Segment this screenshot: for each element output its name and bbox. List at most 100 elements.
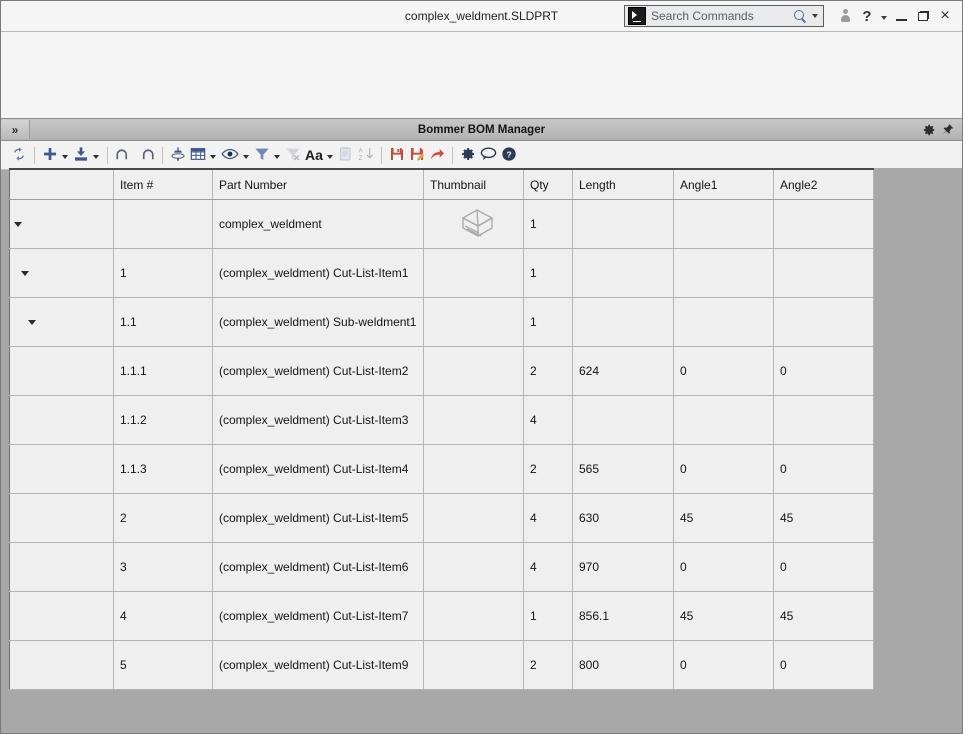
cell-thumbnail[interactable] [424,298,524,347]
cell-angle2[interactable] [774,298,874,347]
row-tree-cell[interactable] [10,249,114,298]
cell-angle2[interactable]: 0 [774,445,874,494]
cell-angle1[interactable]: 0 [674,347,774,396]
cell-angle1[interactable]: 45 [674,494,774,543]
cell-length[interactable] [573,200,674,249]
table-row[interactable]: 1.1.1(complex_weldment) Cut-List-Item226… [10,347,874,396]
cell-qty[interactable]: 4 [524,494,573,543]
cell-part-number[interactable]: (complex_weldment) Cut-List-Item7 [213,592,424,641]
table-row[interactable]: 5(complex_weldment) Cut-List-Item9280000 [10,641,874,690]
table-row[interactable]: complex_weldment1 [10,200,874,249]
cell-item-number[interactable]: 1.1.1 [114,347,213,396]
column-header-tree[interactable] [10,169,114,200]
graphics-area[interactable] [1,32,962,118]
cell-item-number[interactable]: 5 [114,641,213,690]
expand-collapse-triangle-icon[interactable] [21,271,29,276]
account-button[interactable] [834,4,856,28]
cell-angle2[interactable] [774,200,874,249]
import-button[interactable] [71,144,91,166]
cell-qty[interactable]: 1 [524,592,573,641]
cell-angle2[interactable]: 45 [774,494,874,543]
expand-collapse-triangle-icon[interactable] [28,320,36,325]
cell-length[interactable]: 565 [573,445,674,494]
cell-angle1[interactable] [674,396,774,445]
table-row[interactable]: 1.1.2(complex_weldment) Cut-List-Item34 [10,396,874,445]
cell-item-number[interactable] [114,200,213,249]
pin-icon[interactable] [941,123,955,137]
cell-thumbnail[interactable] [424,641,524,690]
cell-angle1[interactable] [674,200,774,249]
restore-button[interactable] [912,4,934,28]
cell-item-number[interactable]: 1 [114,249,213,298]
sort-button[interactable]: A Z [356,144,376,166]
cell-qty[interactable]: 1 [524,298,573,347]
font-dropdown-chevron-icon[interactable] [327,155,333,159]
help-dropdown-button[interactable] [878,4,890,28]
import-dropdown-chevron-icon[interactable] [93,155,99,159]
font-button[interactable]: Aa [303,144,325,166]
cell-length[interactable]: 970 [573,543,674,592]
expand-collapse-triangle-icon[interactable] [14,222,22,227]
table-row[interactable]: 2(complex_weldment) Cut-List-Item5463045… [10,494,874,543]
cell-angle1[interactable]: 0 [674,543,774,592]
column-header-angle1[interactable]: Angle1 [674,169,774,200]
cell-qty[interactable]: 2 [524,641,573,690]
cell-qty[interactable]: 4 [524,543,573,592]
cell-part-number[interactable]: (complex_weldment) Cut-List-Item1 [213,249,424,298]
cell-part-number[interactable]: (complex_weldment) Cut-List-Item4 [213,445,424,494]
cell-item-number[interactable]: 2 [114,494,213,543]
cell-angle2[interactable] [774,396,874,445]
search-commands-box[interactable]: Search Commands [624,5,824,27]
help-circle-button[interactable]: ? [499,144,519,166]
search-dropdown-chevron-icon[interactable] [812,14,818,18]
row-tree-cell[interactable] [10,543,114,592]
close-button[interactable]: × [934,4,956,28]
cell-thumbnail[interactable] [424,347,524,396]
cell-angle1[interactable]: 0 [674,445,774,494]
cell-part-number[interactable]: (complex_weldment) Cut-List-Item9 [213,641,424,690]
cell-length[interactable]: 856.1 [573,592,674,641]
column-header-part[interactable]: Part Number [213,169,424,200]
table-row[interactable]: 1(complex_weldment) Cut-List-Item11 [10,249,874,298]
columns-button[interactable] [188,144,208,166]
flatten-button[interactable] [168,144,188,166]
visibility-dropdown-chevron-icon[interactable] [243,155,249,159]
cell-thumbnail[interactable] [424,396,524,445]
table-row[interactable]: 3(complex_weldment) Cut-List-Item6497000 [10,543,874,592]
clear-filter-button[interactable] [283,144,303,166]
cell-angle1[interactable]: 45 [674,592,774,641]
paste-button[interactable] [336,144,356,166]
cell-angle1[interactable] [674,298,774,347]
save-button[interactable] [387,144,407,166]
refresh-button[interactable] [9,144,29,166]
cell-part-number[interactable]: (complex_weldment) Cut-List-Item6 [213,543,424,592]
cell-length[interactable] [573,396,674,445]
cell-length[interactable]: 630 [573,494,674,543]
column-header-thumbnail[interactable]: Thumbnail [424,169,524,200]
column-header-item[interactable]: Item # [114,169,213,200]
cell-thumbnail[interactable] [424,543,524,592]
bom-grid-container[interactable]: Item # Part Number Thumbnail Qty Length … [9,168,962,733]
cell-length[interactable]: 800 [573,641,674,690]
add-dropdown-chevron-icon[interactable] [62,155,68,159]
row-tree-cell[interactable] [10,592,114,641]
add-button[interactable] [40,144,60,166]
cell-qty[interactable]: 2 [524,445,573,494]
help-button[interactable]: ? [856,4,878,28]
cell-angle2[interactable]: 0 [774,543,874,592]
column-header-angle2[interactable]: Angle2 [774,169,874,200]
save-as-button[interactable] [407,144,427,166]
cell-part-number[interactable]: (complex_weldment) Cut-List-Item5 [213,494,424,543]
cell-part-number[interactable]: (complex_weldment) Cut-List-Item3 [213,396,424,445]
cell-length[interactable]: 624 [573,347,674,396]
cell-angle2[interactable]: 0 [774,347,874,396]
filter-button[interactable] [252,144,272,166]
settings-button[interactable] [458,144,478,166]
visibility-button[interactable] [219,144,241,166]
cell-thumbnail[interactable] [424,494,524,543]
cell-angle2[interactable]: 0 [774,641,874,690]
row-tree-cell[interactable] [10,494,114,543]
expand-panel-button[interactable]: » [1,120,30,139]
cell-thumbnail[interactable] [424,592,524,641]
cell-length[interactable] [573,249,674,298]
